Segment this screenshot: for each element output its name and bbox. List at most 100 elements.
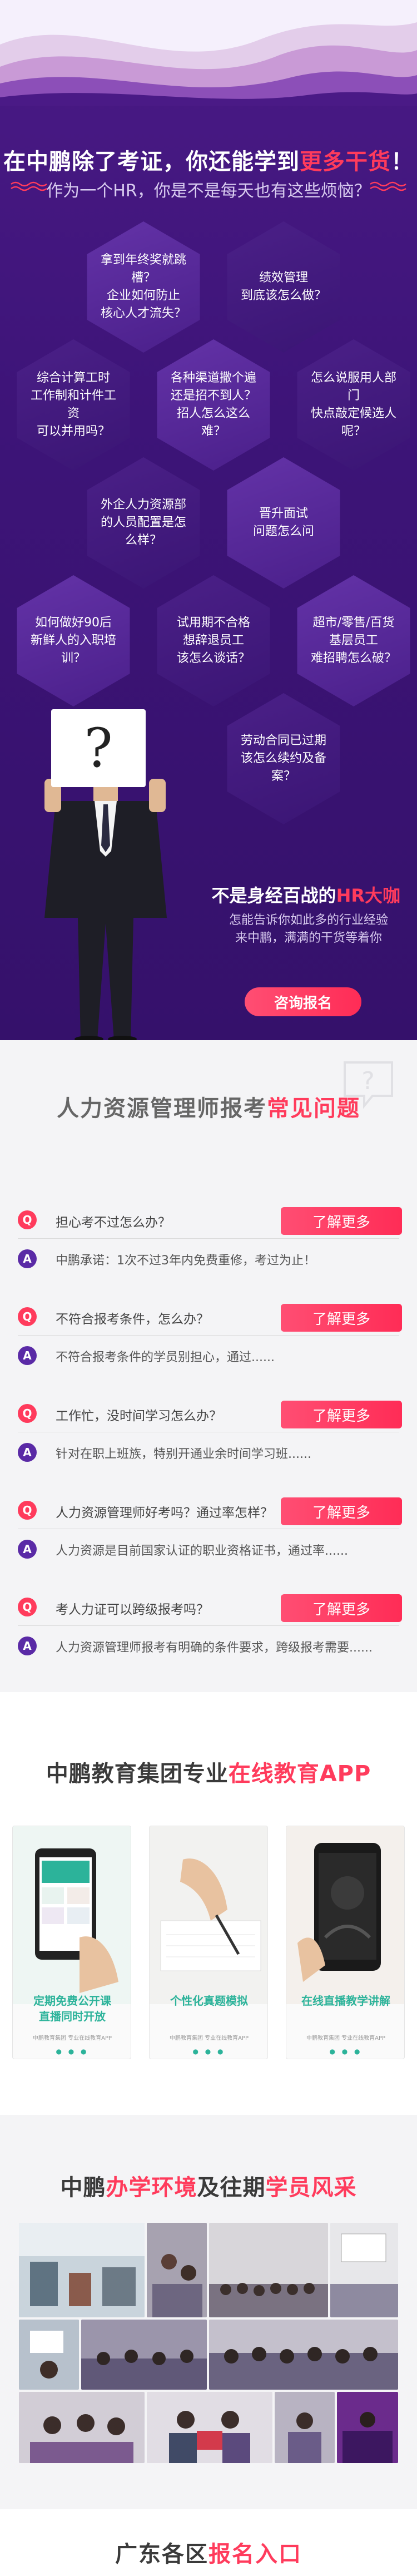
env-title-text: 及往期 [197, 2175, 266, 2201]
hex-question-2: 绩效管理 到底该怎么做？ [227, 221, 340, 353]
hex-question-7: 晋升面试 问题怎么问 [227, 457, 340, 589]
phone-in-hand-image [13, 1826, 131, 2004]
faq-title-text: 人力资源管理师报考 [57, 1096, 267, 1121]
promo-title-text: 不是身经百战的 [211, 885, 336, 906]
students-photo-2 [209, 2320, 398, 2390]
a-badge-icon: A [18, 1636, 37, 1655]
faq-question-row: Q 人力资源管理师好考吗？通过率怎样？ 了解更多 [0, 1497, 417, 1525]
region-signup-section: 广东各区报名入口 [0, 2509, 417, 2576]
award-photo [147, 2392, 272, 2463]
app-card-caption: 定期免费公开课 直播同时开放 [33, 1994, 111, 2023]
teaching-photo [19, 2320, 79, 2390]
app-title: 中鹏教育集团专业在线教育APP [0, 1756, 417, 1788]
faq-title: 人力资源管理师报考常见问题 [0, 1090, 417, 1123]
promo-block: 不是身经百战的HR大咖 怎能告诉你如此多的行业经验 来中鹏，满满的干货等着你 [178, 882, 400, 947]
hero-section: 在中鹏除了考证，你还能学到更多干货！ 作为一个HR，你是不是每天也有这些烦恼？ … [0, 0, 417, 1040]
app-card-footer: 中鹏教育集团 专业在线教育APP [306, 2035, 386, 2041]
hex-text: 如何做好90后 新鲜人的入职培训？ [30, 616, 116, 665]
app-card-caption: 个性化真题模拟 [170, 1994, 248, 2008]
promo-title-highlight: HR大咖 [336, 885, 400, 906]
hex-text: 劳动合同已过期 该怎么续约及备案？ [240, 734, 326, 783]
a-badge-icon: A [18, 1540, 37, 1559]
faq-answer-row: A 人力资源是目前国家认证的职业资格证书，通过率...... [0, 1536, 417, 1561]
faq-answer-row: A 中鹏承诺：1次不过3年内免费重修，考过为止！ [0, 1246, 417, 1270]
hex-text: 晋升面试 问题怎么问 [252, 507, 314, 538]
faq-question-row: Q 工作忙，没时间学习怎么办？ 了解更多 [0, 1401, 417, 1428]
environment-photo-grid [19, 2223, 398, 2463]
region-title-highlight: 报名入口 [209, 2542, 302, 2567]
learn-more-button[interactable]: 了解更多 [281, 1594, 402, 1622]
faq-divider [18, 1238, 399, 1239]
carousel-dots-icon: ● ● ● [192, 2048, 226, 2055]
app-card-caption: 在线直播教学讲解 [301, 1994, 390, 2008]
app-card-footer: 中鹏教育集团 专业在线教育APP [32, 2035, 112, 2041]
faq-answer-row: A 不符合报考条件的学员别担心，通过...... [0, 1343, 417, 1367]
faq-answer-text: 针对在职上班族，特别开通业余时间学习班...... [56, 1447, 311, 1461]
learn-more-button[interactable]: 了解更多 [281, 1304, 402, 1332]
faq-question-row: Q 考人力证可以跨级报考吗？ 了解更多 [0, 1594, 417, 1622]
carousel-dots-icon: ● ● ● [56, 2048, 89, 2055]
a-badge-icon: A [18, 1443, 37, 1462]
hex-text: 试用期不合格 想辞退员工 该怎么谈话？ [176, 616, 250, 665]
app-title-text: 中鹏教育集团专业 [46, 1761, 229, 1787]
writing-hand-image [150, 1826, 267, 2004]
faq-question-text: 考人力证可以跨级报考吗？ [56, 1603, 209, 1617]
environment-section: 中鹏办学环境及往期学员风采 [0, 2115, 417, 2509]
hex-question-10: 超市/零售/百货 基层员工 难招聘怎么破？ [297, 575, 410, 706]
classroom-photo [147, 2223, 207, 2317]
hex-text: 超市/零售/百货 基层员工 难招聘怎么破？ [310, 616, 396, 665]
carousel-dots-icon: ● ● ● [329, 2048, 363, 2055]
env-title-text: 中鹏 [60, 2175, 106, 2201]
group-discussion-photo [19, 2392, 145, 2463]
faq-section: ? 人力资源管理师报考常见问题 Q 担心考不过怎么办？ 了解更多 A 中鹏承诺：… [0, 1040, 417, 1692]
q-badge-icon: Q [18, 1501, 37, 1520]
hex-text: 怎么说服用人部门 快点敲定候选人呢？ [310, 371, 396, 438]
question-mark-icon: ? [84, 717, 113, 779]
hex-question-6: 外企人力资源部 的人员配置是怎么样？ [87, 457, 200, 589]
q-badge-icon: Q [18, 1598, 37, 1616]
hex-question-11: 劳动合同已过期 该怎么续约及备案？ [227, 693, 340, 824]
faq-answer-row: A 针对在职上班族，特别开通业余时间学习班...... [0, 1440, 417, 1464]
hero-subtitle: 作为一个HR，你是不是每天也有这些烦恼？ [46, 181, 371, 201]
hex-text: 拿到年终奖就跳槽？ 企业如何防止 核心人才流失？ [100, 253, 186, 320]
faq-answer-text: 不符合报考条件的学员别担心，通过...... [56, 1351, 275, 1364]
office-photo [19, 2223, 145, 2317]
hex-question-5: 怎么说服用人部门 快点敲定候选人呢？ [297, 339, 410, 471]
learn-more-button[interactable]: 了解更多 [281, 1497, 402, 1525]
hero-headline-highlight: 更多干货 [300, 149, 391, 175]
app-feature-card[interactable]: 个性化真题模拟 中鹏教育集团 专业在线教育APP ● ● ● [149, 1826, 268, 2059]
q-badge-icon: Q [18, 1210, 37, 1229]
faq-question-row: Q 不符合报考条件，怎么办？ 了解更多 [0, 1304, 417, 1332]
app-section: 中鹏教育集团专业在线教育APP 定期免费公开课 直播同时开放 中鹏教育集团 专业… [0, 1692, 417, 2115]
faq-question-text: 担心考不过怎么办？ [56, 1215, 171, 1230]
faq-answer-row: A 人力资源管理师报考有明确的条件要求，跨级报考需要...... [0, 1633, 417, 1658]
faq-divider [18, 1335, 399, 1336]
hex-question-3: 综合计算工时 工作制和计件工资 可以并用吗？ [17, 339, 130, 471]
consult-signup-button[interactable]: 咨询报名 [245, 987, 361, 1016]
faq-question-text: 不符合报考条件，怎么办？ [56, 1312, 209, 1327]
faq-question-text: 人力资源管理师好考吗？通过率怎样？ [56, 1506, 273, 1520]
region-signup-title: 广东各区报名入口 [0, 2536, 417, 2568]
lecture-hall-photo [209, 2223, 328, 2317]
reception-photo [337, 2392, 398, 2463]
faq-answer-text: 人力资源管理师报考有明确的条件要求，跨级报考需要...... [56, 1641, 373, 1655]
projector-class-photo [330, 2223, 398, 2317]
hero-top-banner [0, 0, 417, 106]
a-badge-icon: A [18, 1346, 37, 1365]
page: 在中鹏除了考证，你还能学到更多干货！ 作为一个HR，你是不是每天也有这些烦恼？ … [0, 0, 417, 2576]
app-feature-card[interactable]: 定期免费公开课 直播同时开放 中鹏教育集团 专业在线教育APP ● ● ● [12, 1826, 131, 2059]
learn-more-button[interactable]: 了解更多 [281, 1401, 402, 1428]
hero-headline: 在中鹏除了考证，你还能学到更多干货！ [0, 144, 417, 176]
app-title-highlight: 在线教育APP [228, 1761, 371, 1787]
hex-text: 外企人力资源部 的人员配置是怎么样？ [100, 498, 186, 547]
phone-live-class-image [286, 1826, 404, 2004]
app-card-footer: 中鹏教育集团 专业在线教育APP [169, 2035, 249, 2041]
a-badge-icon: A [18, 1249, 37, 1268]
faq-question-row: Q 担心考不过怎么办？ 了解更多 [0, 1207, 417, 1235]
hero-top-waves [0, 0, 417, 106]
learn-more-button[interactable]: 了解更多 [281, 1207, 402, 1235]
hex-question-4: 各种渠道撒个遍 还是招不到人？ 招人怎么这么难？ [157, 339, 270, 471]
faq-question-text: 工作忙，没时间学习怎么办？ [56, 1409, 222, 1423]
hex-question-8: 如何做好90后 新鲜人的入职培训？ [17, 575, 130, 706]
app-feature-card[interactable]: 在线直播教学讲解 中鹏教育集团 专业在线教育APP ● ● ● [286, 1826, 405, 2059]
